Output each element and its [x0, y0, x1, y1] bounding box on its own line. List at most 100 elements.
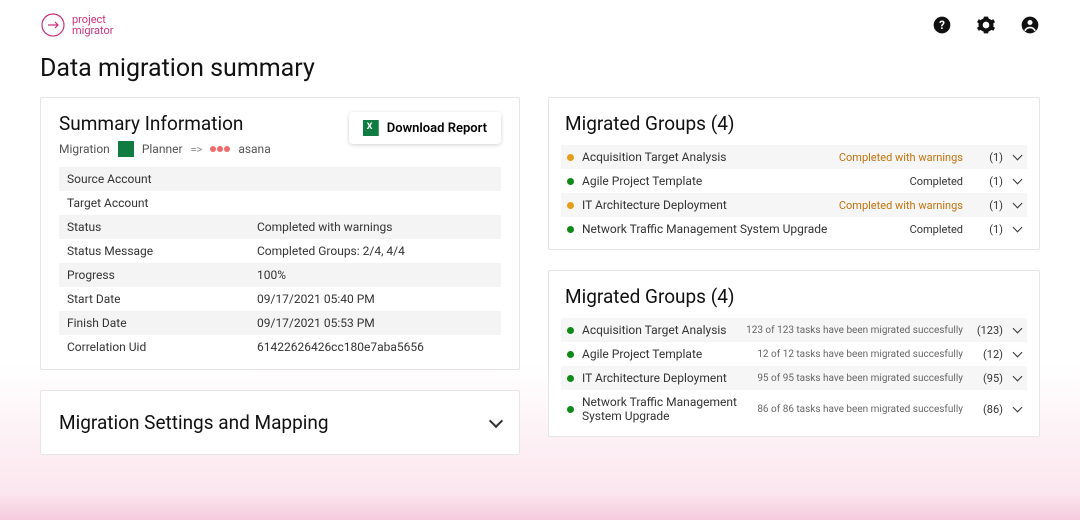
page-title: Data migration summary: [0, 48, 1080, 97]
left-column: Summary Information Migration Planner =>…: [40, 97, 520, 455]
summary-row: StatusCompleted with warnings: [59, 215, 501, 239]
group-name: IT Architecture Deployment: [582, 371, 749, 385]
gear-icon[interactable]: [976, 15, 996, 35]
header: project migrator ?: [0, 0, 1080, 48]
summary-key: Finish Date: [59, 311, 249, 335]
logo-migrator: migrator: [72, 25, 114, 36]
group-tasks-row[interactable]: Network Traffic Management System Upgrad…: [561, 390, 1027, 428]
group-status-row[interactable]: Agile Project Template Completed (1): [561, 169, 1027, 193]
group-name: IT Architecture Deployment: [582, 198, 831, 212]
summary-value: 100%: [249, 263, 501, 287]
chevron-down-icon[interactable]: [1013, 324, 1023, 334]
group-count: (86): [971, 403, 1003, 416]
group-name: Network Traffic Management System Upgrad…: [582, 222, 902, 236]
group-count: (1): [971, 151, 1003, 164]
chevron-down-icon[interactable]: [1013, 151, 1023, 161]
group-count: (1): [971, 175, 1003, 188]
summary-row: Target Account: [59, 191, 501, 215]
group-name: Agile Project Template: [582, 174, 902, 188]
migrated-groups-status-card: Migrated Groups (4) Acquisition Target A…: [548, 97, 1040, 250]
group-status-row[interactable]: Network Traffic Management System Upgrad…: [561, 217, 1027, 241]
group-name: Acquisition Target Analysis: [582, 150, 831, 164]
content: Summary Information Migration Planner =>…: [0, 97, 1080, 455]
group-count: (12): [971, 348, 1003, 361]
group-sub: 12 of 12 tasks have been migrated succes…: [757, 349, 963, 360]
logo[interactable]: project migrator: [40, 12, 114, 38]
migrated-groups-tasks-card: Migrated Groups (4) Acquisition Target A…: [548, 270, 1040, 437]
chevron-down-icon[interactable]: [1013, 403, 1023, 413]
group-count: (95): [971, 372, 1003, 385]
settings-title: Migration Settings and Mapping: [59, 411, 329, 434]
migration-settings-card[interactable]: Migration Settings and Mapping: [40, 390, 520, 455]
logo-icon: [40, 12, 66, 38]
planner-label: Planner: [142, 142, 183, 156]
header-actions: ?: [932, 15, 1040, 35]
group-count: (1): [971, 223, 1003, 236]
status-dot-icon: [567, 327, 574, 334]
excel-icon: [363, 120, 379, 136]
summary-value: [249, 191, 501, 215]
status-dot-icon: [567, 226, 574, 233]
asana-icon: [210, 146, 230, 152]
group-name: Agile Project Template: [582, 347, 749, 361]
summary-key: Source Account: [59, 167, 249, 191]
summary-value: [249, 167, 501, 191]
status-dot-icon: [567, 202, 574, 209]
group-name: Acquisition Target Analysis: [582, 323, 738, 337]
summary-title: Summary Information: [59, 112, 271, 135]
summary-row: Progress100%: [59, 263, 501, 287]
summary-row: Correlation Uid61422626426cc180e7aba5656: [59, 335, 501, 359]
summary-row: Status MessageCompleted Groups: 2/4, 4/4: [59, 239, 501, 263]
summary-key: Progress: [59, 263, 249, 287]
chevron-down-icon[interactable]: [1013, 223, 1023, 233]
download-label: Download Report: [387, 121, 487, 136]
arrow-icon: =>: [191, 143, 203, 156]
summary-value: 09/17/2021 05:40 PM: [249, 287, 501, 311]
user-icon[interactable]: [1020, 15, 1040, 35]
summary-card: Summary Information Migration Planner =>…: [40, 97, 520, 370]
summary-value: Completed Groups: 2/4, 4/4: [249, 239, 501, 263]
download-report-button[interactable]: Download Report: [349, 112, 501, 144]
group-name: Network Traffic Management System Upgrad…: [582, 395, 749, 423]
group-tasks-row[interactable]: Acquisition Target Analysis 123 of 123 ta…: [561, 318, 1027, 342]
group-count: (123): [971, 324, 1003, 337]
group-sub: 123 of 123 tasks have been migrated succ…: [746, 325, 963, 336]
group-status-row[interactable]: Acquisition Target Analysis Completed wit…: [561, 145, 1027, 169]
summary-table: Source AccountTarget AccountStatusComple…: [59, 167, 501, 359]
chevron-down-icon[interactable]: [1013, 348, 1023, 358]
group-status: Completed: [910, 223, 963, 236]
status-dot-icon: [567, 351, 574, 358]
group-status: Completed with warnings: [839, 151, 963, 164]
svg-text:?: ?: [939, 18, 945, 32]
groups-status-title: Migrated Groups (4): [561, 112, 1027, 135]
summary-key: Status Message: [59, 239, 249, 263]
group-tasks-row[interactable]: IT Architecture Deployment 95 of 95 tasks…: [561, 366, 1027, 390]
group-sub: 86 of 86 tasks have been migrated succes…: [757, 404, 963, 415]
status-dot-icon: [567, 154, 574, 161]
summary-row: Source Account: [59, 167, 501, 191]
status-dot-icon: [567, 406, 574, 413]
group-status-row[interactable]: IT Architecture Deployment Completed with…: [561, 193, 1027, 217]
help-icon[interactable]: ?: [932, 15, 952, 35]
summary-key: Correlation Uid: [59, 335, 249, 359]
summary-value: Completed with warnings: [249, 215, 501, 239]
planner-icon: [118, 141, 134, 157]
migration-flow: Migration Planner => asana: [59, 141, 271, 157]
right-column: Migrated Groups (4) Acquisition Target A…: [548, 97, 1040, 455]
chevron-down-icon[interactable]: [1013, 175, 1023, 185]
chevron-down-icon[interactable]: [1013, 372, 1023, 382]
group-tasks-row[interactable]: Agile Project Template 12 of 12 tasks hav…: [561, 342, 1027, 366]
summary-key: Target Account: [59, 191, 249, 215]
summary-value: 09/17/2021 05:53 PM: [249, 311, 501, 335]
migration-label: Migration: [59, 142, 110, 156]
summary-key: Start Date: [59, 287, 249, 311]
summary-row: Finish Date09/17/2021 05:53 PM: [59, 311, 501, 335]
group-count: (1): [971, 199, 1003, 212]
groups-tasks-title: Migrated Groups (4): [561, 285, 1027, 308]
group-status: Completed: [910, 175, 963, 188]
group-sub: 95 of 95 tasks have been migrated succes…: [757, 373, 963, 384]
asana-label: asana: [238, 142, 270, 156]
chevron-down-icon[interactable]: [1013, 199, 1023, 209]
status-dot-icon: [567, 178, 574, 185]
group-status: Completed with warnings: [839, 199, 963, 212]
